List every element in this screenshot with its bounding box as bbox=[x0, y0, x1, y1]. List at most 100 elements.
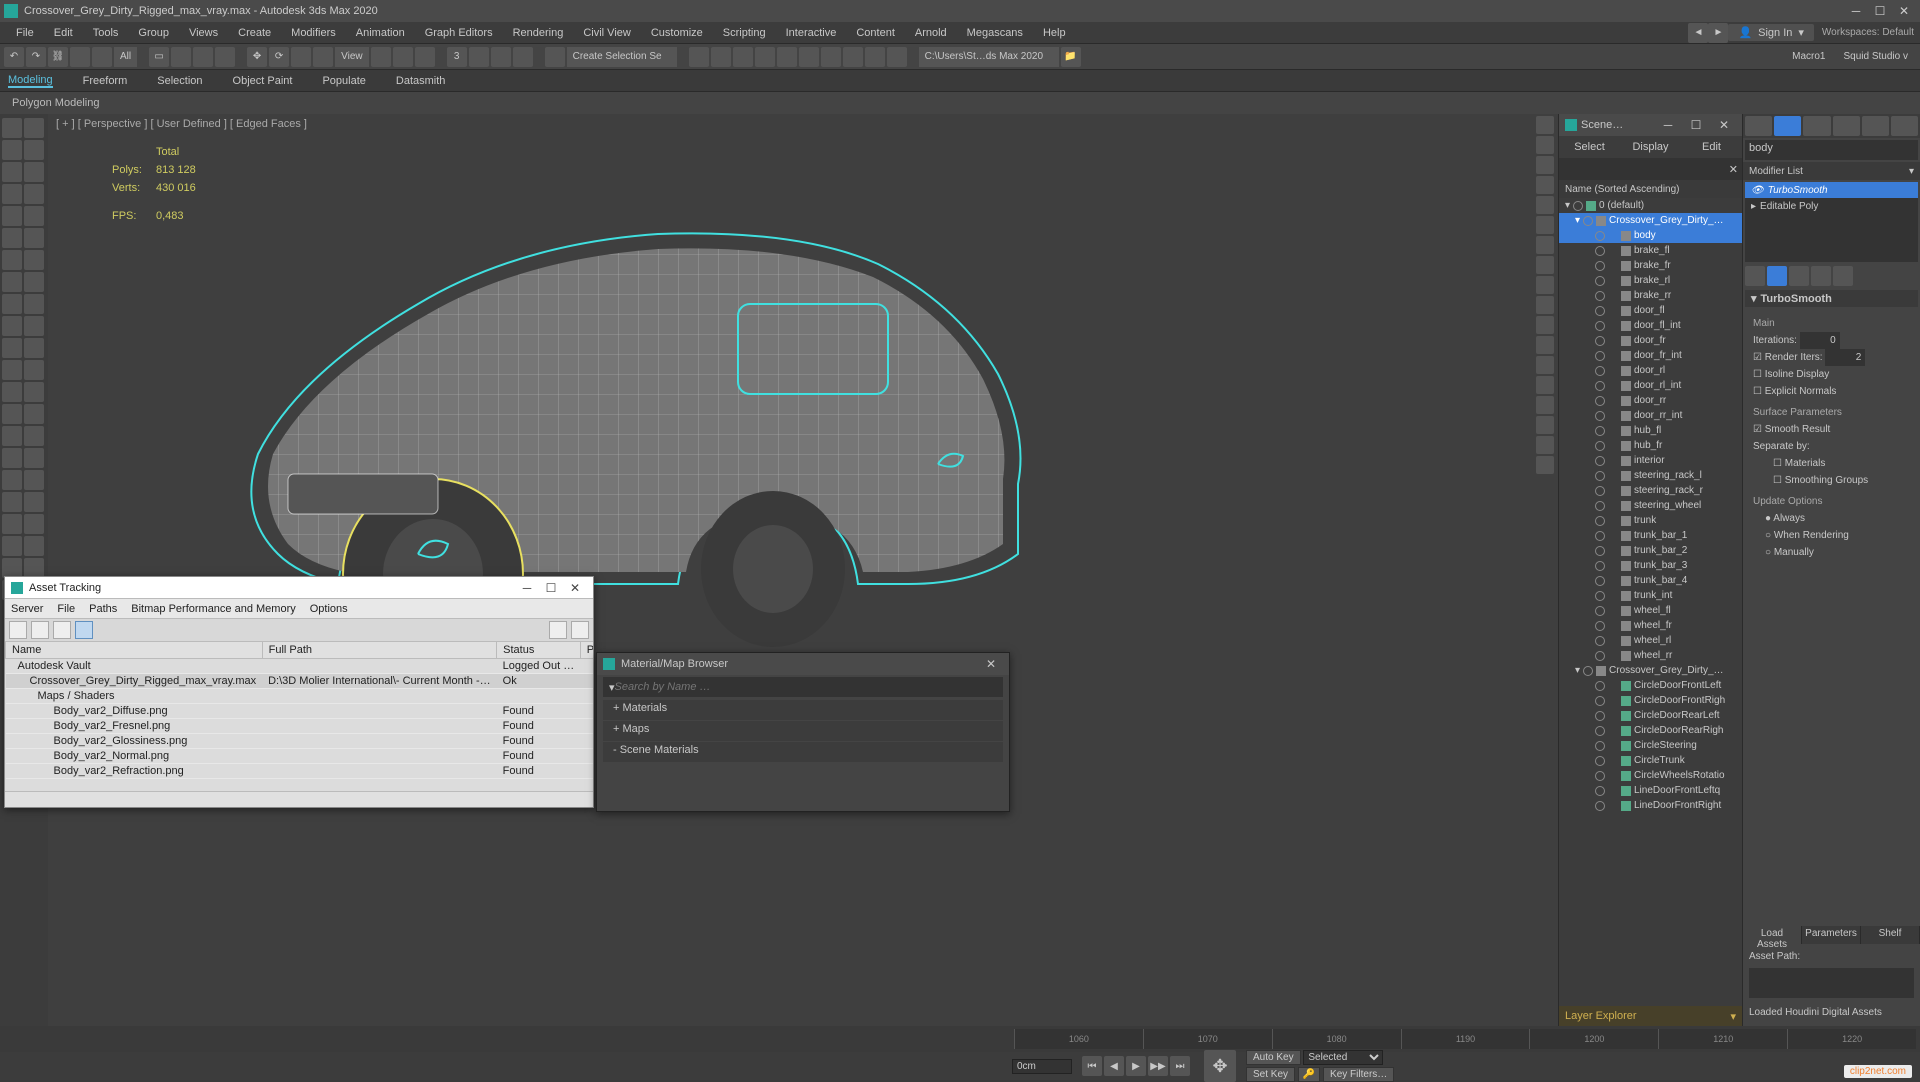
tab-freeform[interactable]: Freeform bbox=[83, 75, 128, 87]
asset-tool-button[interactable] bbox=[75, 621, 93, 639]
next-frame-button[interactable]: ▶▶ bbox=[1148, 1056, 1168, 1076]
key-filter-dropdown[interactable]: Selected bbox=[1303, 1050, 1383, 1065]
sign-in-button[interactable]: 👤 Sign In ▾ bbox=[1728, 24, 1813, 41]
parameters-tab[interactable]: Parameters bbox=[1802, 926, 1861, 944]
select-name-button[interactable] bbox=[171, 47, 191, 67]
asset-row[interactable]: Body_var2_Fresnel.pngFound bbox=[6, 719, 594, 734]
snap-button[interactable]: 3 bbox=[447, 47, 467, 67]
scene-item-steering_rack_r[interactable]: steering_rack_r bbox=[1559, 483, 1742, 498]
autokey-button[interactable]: Auto Key bbox=[1246, 1050, 1301, 1065]
viewport-tool-button[interactable] bbox=[1536, 196, 1554, 214]
scene-item-wheel_fl[interactable]: wheel_fl bbox=[1559, 603, 1742, 618]
scene-helper[interactable]: CircleDoorFrontLeft bbox=[1559, 678, 1742, 693]
asset-row[interactable]: Body_var2_Refraction.pngFound bbox=[6, 764, 594, 779]
tool-button[interactable] bbox=[24, 558, 44, 578]
scene-item-door_rl[interactable]: door_rl bbox=[1559, 363, 1742, 378]
isoline-checkbox[interactable]: Isoline Display bbox=[1753, 366, 1910, 383]
tool-button[interactable] bbox=[2, 536, 22, 556]
settings-button[interactable] bbox=[571, 621, 589, 639]
scene-item-door_fr[interactable]: door_fr bbox=[1559, 333, 1742, 348]
render-button[interactable] bbox=[887, 47, 907, 67]
schematic-button[interactable] bbox=[799, 47, 819, 67]
fwd-button[interactable]: ► bbox=[1708, 23, 1728, 43]
menu-arnold[interactable]: Arnold bbox=[905, 22, 957, 44]
asset-row[interactable]: Body_var2_Glossiness.pngFound bbox=[6, 734, 594, 749]
menu-edit[interactable]: Edit bbox=[44, 22, 83, 44]
motion-tab[interactable] bbox=[1833, 116, 1860, 136]
menu-views[interactable]: Views bbox=[179, 22, 228, 44]
scene-item-steering_wheel[interactable]: steering_wheel bbox=[1559, 498, 1742, 513]
tool-button[interactable] bbox=[2, 294, 22, 314]
clear-icon[interactable]: ✕ bbox=[1729, 163, 1738, 176]
goto-end-button[interactable]: ⏭ bbox=[1170, 1056, 1190, 1076]
menu-create[interactable]: Create bbox=[228, 22, 281, 44]
menu-modifiers[interactable]: Modifiers bbox=[281, 22, 346, 44]
material-category[interactable]: + Materials bbox=[603, 700, 1003, 720]
tool-button[interactable] bbox=[24, 536, 44, 556]
tool-button[interactable] bbox=[2, 228, 22, 248]
scene-item-wheel_rr[interactable]: wheel_rr bbox=[1559, 648, 1742, 663]
tool-button[interactable] bbox=[24, 360, 44, 380]
pin-stack-button[interactable] bbox=[1745, 266, 1765, 286]
tool-button[interactable] bbox=[2, 426, 22, 446]
material-category[interactable]: - Scene Materials bbox=[603, 742, 1003, 762]
scene-helper[interactable]: CircleDoorRearLeft bbox=[1559, 708, 1742, 723]
tool-button[interactable] bbox=[24, 404, 44, 424]
scene-search[interactable]: ✕ bbox=[1559, 158, 1742, 180]
curve-editor-button[interactable] bbox=[777, 47, 797, 67]
scene-tab-select[interactable]: Select bbox=[1559, 136, 1620, 158]
menu-scripting[interactable]: Scripting bbox=[713, 22, 776, 44]
placement-button[interactable] bbox=[313, 47, 333, 67]
redo-button[interactable]: ↷ bbox=[26, 47, 46, 67]
viewport-tool-button[interactable] bbox=[1536, 156, 1554, 174]
scene-item-trunk_bar_4[interactable]: trunk_bar_4 bbox=[1559, 573, 1742, 588]
make-unique-button[interactable] bbox=[1789, 266, 1809, 286]
tool-button[interactable] bbox=[2, 272, 22, 292]
align-button[interactable] bbox=[711, 47, 731, 67]
sep-materials-checkbox[interactable]: Materials bbox=[1753, 455, 1910, 472]
asset-row[interactable]: Body_var2_Diffuse.pngFound bbox=[6, 704, 594, 719]
scene-item-door_fl_int[interactable]: door_fl_int bbox=[1559, 318, 1742, 333]
utilities-tab[interactable] bbox=[1891, 116, 1918, 136]
render-iters-checkbox[interactable]: Render Iters: 2 bbox=[1753, 349, 1910, 366]
maximize-button[interactable]: ☐ bbox=[539, 579, 563, 597]
scene-helper[interactable]: CircleWheelsRotatio bbox=[1559, 768, 1742, 783]
tool-button[interactable] bbox=[2, 316, 22, 336]
tool-button[interactable] bbox=[2, 206, 22, 226]
asset-column-header[interactable]: Full Path bbox=[262, 642, 497, 659]
asset-column-header[interactable]: Name bbox=[6, 642, 263, 659]
viewport-tool-button[interactable] bbox=[1536, 436, 1554, 454]
modify-tab[interactable] bbox=[1774, 116, 1801, 136]
asset-table[interactable]: NameFull PathStatusPAutodesk VaultLogged… bbox=[5, 641, 593, 791]
bind-button[interactable] bbox=[92, 47, 112, 67]
modifier-stack[interactable]: 👁 TurboSmooth ▸Editable Poly bbox=[1745, 182, 1918, 262]
scene-item-brake_fl[interactable]: brake_fl bbox=[1559, 243, 1742, 258]
smooth-result-checkbox[interactable]: Smooth Result bbox=[1753, 421, 1910, 438]
scene-item-steering_rack_l[interactable]: steering_rack_l bbox=[1559, 468, 1742, 483]
asset-tool-button[interactable] bbox=[31, 621, 49, 639]
tab-populate[interactable]: Populate bbox=[322, 75, 365, 87]
scene-helper[interactable]: CircleDoorRearRigh bbox=[1559, 723, 1742, 738]
scene-item-door_rr[interactable]: door_rr bbox=[1559, 393, 1742, 408]
viewport-tool-button[interactable] bbox=[1536, 416, 1554, 434]
update-manual-radio[interactable]: Manually bbox=[1753, 544, 1910, 561]
spinner-snap-button[interactable] bbox=[513, 47, 533, 67]
viewport-tool-button[interactable] bbox=[1536, 176, 1554, 194]
tool-button[interactable] bbox=[24, 514, 44, 534]
tool-button[interactable] bbox=[24, 206, 44, 226]
asset-path-field[interactable] bbox=[1749, 968, 1914, 998]
play-button[interactable]: ▶ bbox=[1126, 1056, 1146, 1076]
pivot-button[interactable] bbox=[371, 47, 391, 67]
tool-button[interactable] bbox=[24, 118, 44, 138]
scene-item-brake_fr[interactable]: brake_fr bbox=[1559, 258, 1742, 273]
minimize-button[interactable]: ─ bbox=[515, 579, 539, 597]
hierarchy-tab[interactable] bbox=[1803, 116, 1830, 136]
rotate-button[interactable]: ⟳ bbox=[269, 47, 289, 67]
scene-list[interactable]: ▾ 0 (default)▾ Crossover_Grey_Dirty_… bo… bbox=[1559, 198, 1742, 1006]
tool-button[interactable] bbox=[24, 470, 44, 490]
menu-graph-editors[interactable]: Graph Editors bbox=[415, 22, 503, 44]
turbosmooth-rollout-header[interactable]: TurboSmooth bbox=[1745, 290, 1918, 307]
scene-item-trunk_bar_3[interactable]: trunk_bar_3 bbox=[1559, 558, 1742, 573]
viewport-tool-button[interactable] bbox=[1536, 316, 1554, 334]
scene-item-trunk[interactable]: trunk bbox=[1559, 513, 1742, 528]
